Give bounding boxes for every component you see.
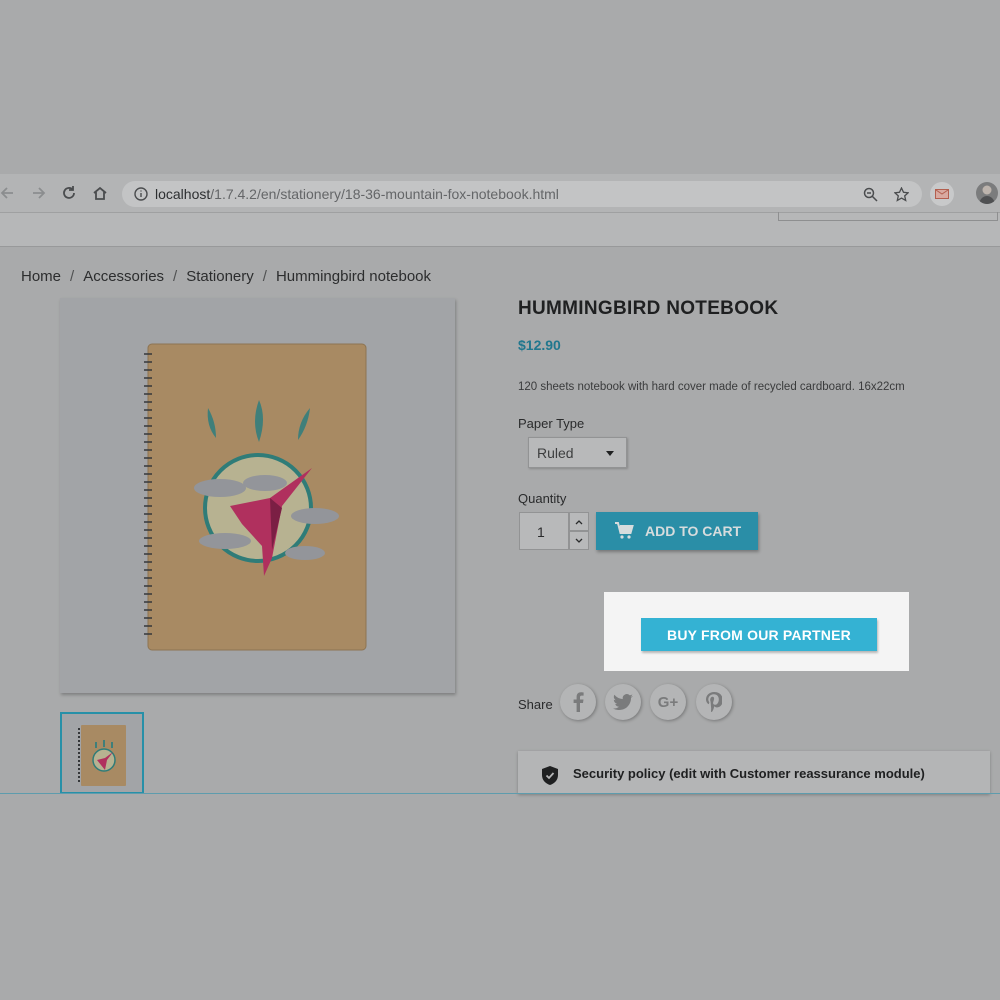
pinterest-share-button[interactable]: [696, 684, 732, 720]
back-icon[interactable]: [0, 182, 18, 204]
forward-icon[interactable]: [28, 182, 50, 204]
product-title: HUMMINGBIRD NOTEBOOK: [518, 298, 779, 319]
buy-from-partner-button[interactable]: BUY FROM OUR PARTNER: [641, 618, 877, 651]
header-search-box[interactable]: [778, 212, 998, 221]
quantity-decrease-button[interactable]: [569, 531, 589, 550]
info-icon[interactable]: [130, 183, 152, 205]
twitter-icon: [613, 694, 633, 710]
product-cover-image[interactable]: [60, 298, 455, 693]
breadcrumb-accessories[interactable]: Accessories: [83, 268, 164, 285]
product-thumbnail[interactable]: [60, 712, 144, 794]
quantity-input[interactable]: 1: [519, 512, 569, 550]
quantity-increase-button[interactable]: [569, 512, 589, 531]
url-path: /1.7.4.2/en/stationery/18-36-mountain-fo…: [210, 186, 559, 202]
twitter-share-button[interactable]: [605, 684, 641, 720]
shopping-cart-icon: [615, 522, 634, 539]
quantity-value: 1: [537, 524, 545, 540]
chevron-up-icon: [575, 519, 583, 524]
chevron-down-icon: [575, 538, 583, 543]
bookmark-star-icon[interactable]: [890, 183, 912, 205]
pinterest-icon: [706, 692, 722, 712]
reload-icon[interactable]: [58, 182, 80, 204]
breadcrumb-separator: /: [262, 268, 267, 285]
facebook-share-button[interactable]: [560, 684, 596, 720]
add-to-cart-button[interactable]: ADD TO CART: [596, 512, 758, 550]
google-plus-share-button[interactable]: G+: [650, 684, 686, 720]
extension-icon[interactable]: [930, 182, 954, 206]
breadcrumb-separator: /: [173, 268, 178, 285]
breadcrumb-stationery[interactable]: Stationery: [186, 268, 254, 285]
paper-type-label: Paper Type: [518, 416, 585, 431]
url-host: localhost: [155, 186, 211, 202]
header-divider: [0, 246, 1000, 247]
quantity-label: Quantity: [518, 491, 567, 506]
facebook-icon: [573, 692, 584, 712]
breadcrumb-separator: /: [70, 268, 75, 285]
reassurance-block: Security policy (edit with Customer reas…: [518, 751, 990, 794]
shield-check-icon: [542, 766, 558, 785]
address-url: localhost/1.7.4.2/en/stationery/18-36-mo…: [155, 186, 559, 202]
paper-type-select[interactable]: Ruled: [528, 437, 627, 468]
breadcrumb-home[interactable]: Home: [21, 268, 61, 285]
viewport-edge: [0, 793, 1000, 794]
share-label: Share: [518, 697, 553, 712]
breadcrumb-current: Hummingbird notebook: [275, 268, 432, 285]
home-icon[interactable]: [89, 182, 111, 204]
google-plus-icon: G+: [657, 693, 679, 711]
paper-type-value: Ruled: [537, 445, 574, 461]
product-description: 120 sheets notebook with hard cover made…: [518, 381, 905, 393]
breadcrumb: Home / Accessories / Stationery / Hummingbird …: [21, 268, 431, 285]
caret-down-icon: [606, 451, 614, 456]
page: localhost/1.7.4.2/en/stationery/18-36-mo…: [0, 0, 1000, 1000]
product-price: $12.90: [518, 337, 561, 353]
reassurance-text: Security policy (edit with Customer reas…: [573, 766, 925, 781]
add-to-cart-label: ADD TO CART: [645, 523, 742, 539]
profile-avatar[interactable]: [976, 182, 998, 204]
zoom-icon[interactable]: [859, 183, 881, 205]
